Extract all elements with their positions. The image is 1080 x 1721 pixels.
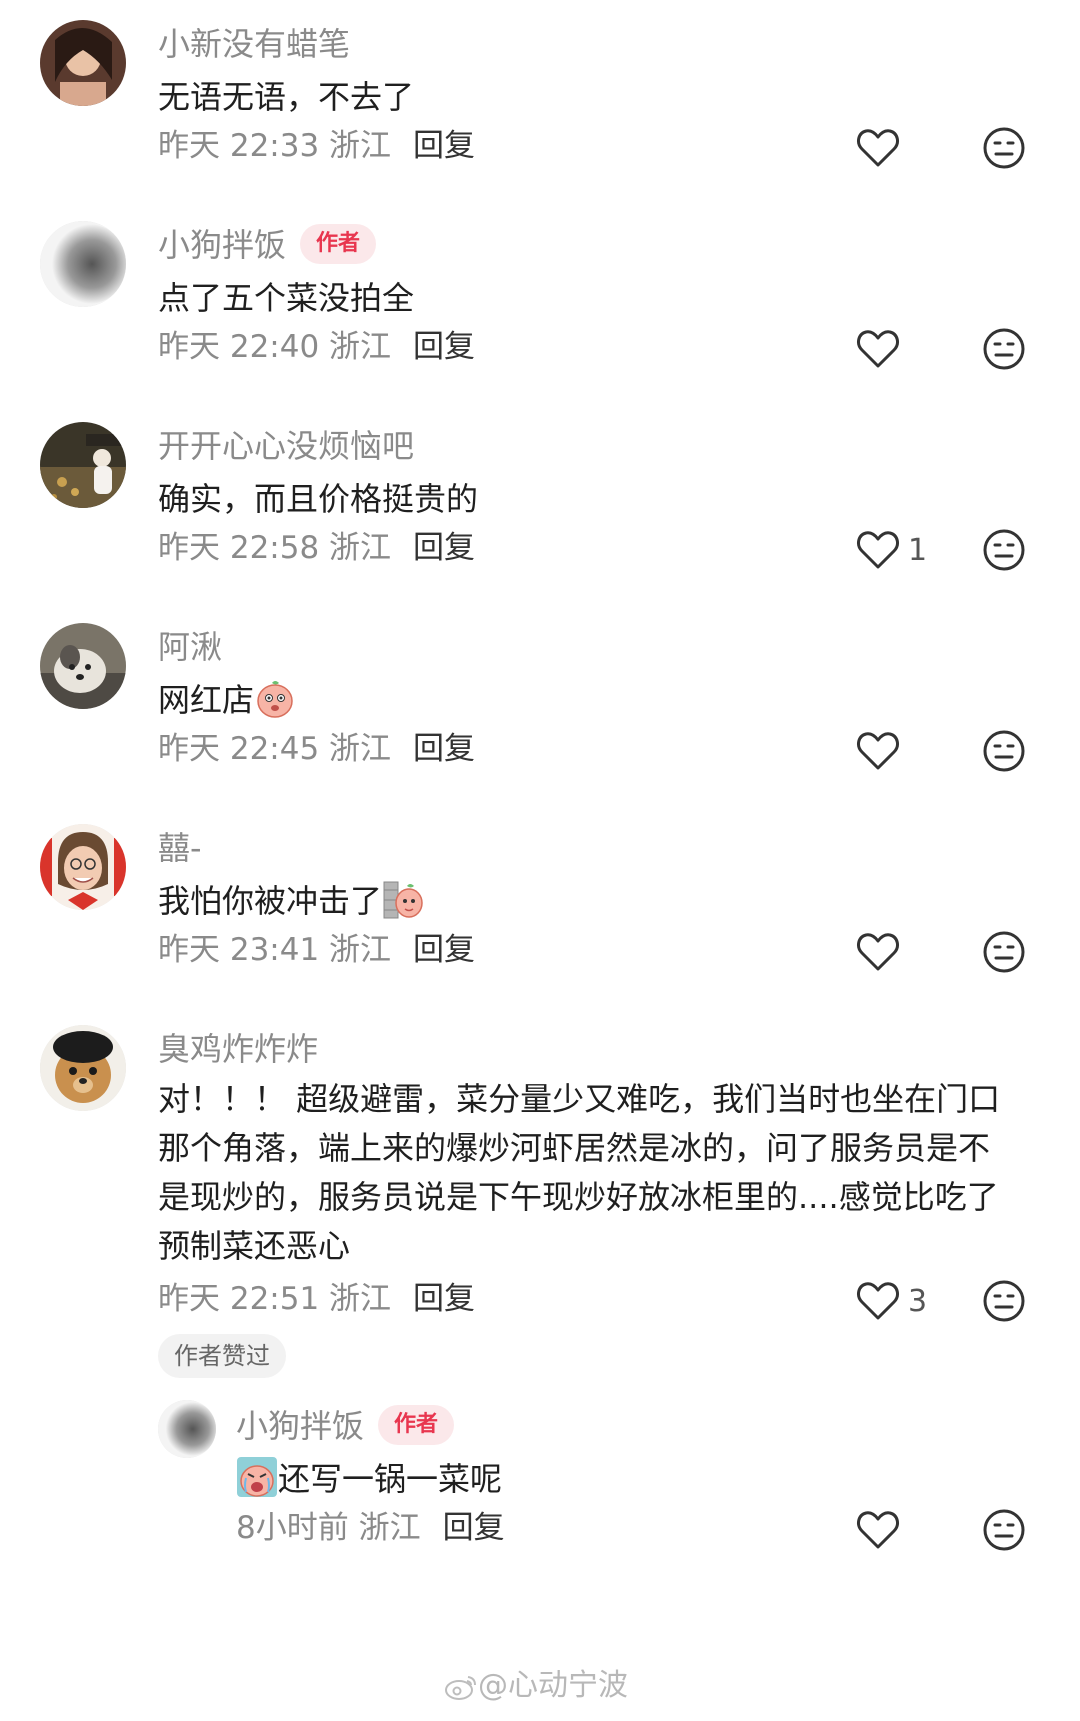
like-button[interactable] — [856, 928, 908, 976]
username-text: 小狗拌饭 — [158, 226, 287, 264]
comment-meta: 昨天 22:51 浙江 回复 — [158, 1277, 475, 1321]
neutral-face-icon — [983, 730, 1025, 772]
heart-icon — [857, 732, 899, 770]
reply-button[interactable]: 回复 — [413, 731, 475, 767]
comment-text: 我怕你被冲击了 — [158, 874, 1018, 928]
username[interactable]: 小狗拌饭 作者 — [236, 1404, 455, 1448]
peach-wall-peek-emoji-icon — [382, 878, 424, 920]
comment-meta: 昨天 23:41 浙江 回复 — [158, 928, 475, 972]
comment-meta: 昨天 22:33 浙江 回复 — [158, 124, 475, 168]
comment-text: 还写一锅一菜呢 — [236, 1452, 1080, 1506]
username[interactable]: 囍- — [158, 826, 202, 870]
neutral-face-icon — [983, 1509, 1025, 1551]
crying-peach-emoji-icon — [236, 1456, 278, 1498]
reply-button[interactable]: 回复 — [413, 128, 475, 164]
heart-icon — [857, 129, 899, 167]
timestamp-location: 昨天 22:40 浙江 — [158, 329, 392, 365]
watermark-text: @心动宁波 — [478, 1668, 628, 1703]
comment-text: 确实，而且价格挺贵的 — [158, 480, 479, 518]
timestamp-location: 昨天 22:45 浙江 — [158, 731, 392, 767]
weibo-logo-icon — [444, 1673, 478, 1701]
author-liked-badge: 作者赞过 — [158, 1334, 286, 1378]
reply-button[interactable]: 回复 — [413, 329, 475, 365]
timestamp-location: 昨天 22:58 浙江 — [158, 530, 392, 566]
dislike-button[interactable] — [982, 126, 1026, 170]
like-button[interactable]: 3 — [856, 1277, 927, 1325]
username[interactable]: 阿湫 — [158, 625, 222, 669]
dislike-button[interactable] — [982, 930, 1026, 974]
comment-text: 无语无语，不去了 — [158, 78, 415, 116]
like-button[interactable] — [856, 325, 908, 373]
timestamp-location: 昨天 22:51 浙江 — [158, 1281, 392, 1317]
like-button[interactable]: 1 — [856, 526, 927, 574]
timestamp-location: 8小时前 浙江 — [236, 1510, 421, 1546]
comment-meta: 昨天 22:40 浙江 回复 — [158, 325, 475, 369]
timestamp-location: 昨天 23:41 浙江 — [158, 932, 392, 968]
comment-meta: 8小时前 浙江 回复 — [236, 1506, 505, 1550]
avatar[interactable] — [40, 1025, 126, 1111]
avatar[interactable] — [40, 221, 126, 307]
like-button[interactable] — [856, 124, 908, 172]
neutral-face-icon — [983, 529, 1025, 571]
heart-icon — [857, 531, 899, 569]
dislike-button[interactable] — [982, 1279, 1026, 1323]
comment-text-body: 我怕你被冲击了 — [158, 882, 383, 920]
comment-text: 网红店 — [158, 673, 1018, 727]
neutral-face-icon — [983, 1280, 1025, 1322]
reply-button[interactable]: 回复 — [413, 1281, 475, 1317]
reply-button[interactable]: 回复 — [413, 530, 475, 566]
username[interactable]: 小新没有蜡笔 — [158, 22, 350, 66]
username[interactable]: 臭鸡炸炸炸 — [158, 1027, 318, 1071]
comment-text-body: 网红店 — [158, 681, 255, 719]
comment-text: 对！！！ 超级避雷，菜分量少又难吃，我们当时也坐在门口那个角落，端上来的爆炒河虾… — [158, 1080, 1001, 1265]
avatar[interactable] — [40, 824, 126, 910]
like-count: 1 — [908, 532, 928, 568]
neutral-face-icon — [983, 328, 1025, 370]
username[interactable]: 开开心心没烦恼吧 — [158, 424, 414, 468]
author-badge: 作者 — [378, 1405, 455, 1445]
like-button[interactable] — [856, 727, 908, 775]
username-text: 小狗拌饭 — [236, 1407, 365, 1445]
avatar[interactable] — [40, 20, 126, 106]
avatar[interactable] — [40, 422, 126, 508]
heart-icon — [857, 1282, 899, 1320]
comment-meta: 昨天 22:58 浙江 回复 — [158, 526, 475, 570]
reply-button[interactable]: 回复 — [443, 1510, 505, 1546]
comment-text-body: 还写一锅一菜呢 — [278, 1460, 503, 1498]
watermark: @心动宁波 — [444, 1660, 628, 1704]
dislike-button[interactable] — [982, 528, 1026, 572]
heart-icon — [857, 330, 899, 368]
author-badge: 作者 — [300, 224, 377, 264]
comment-meta: 昨天 22:45 浙江 回复 — [158, 727, 475, 771]
heart-icon — [857, 933, 899, 971]
heart-icon — [857, 1511, 899, 1549]
timestamp-location: 昨天 22:33 浙江 — [158, 128, 392, 164]
comment-text: 点了五个菜没拍全 — [158, 279, 415, 317]
username[interactable]: 小狗拌饭 作者 — [158, 223, 377, 267]
dislike-button[interactable] — [982, 729, 1026, 773]
like-button[interactable] — [856, 1506, 908, 1554]
neutral-face-icon — [983, 931, 1025, 973]
avatar[interactable] — [158, 1400, 216, 1458]
dislike-button[interactable] — [982, 1508, 1026, 1552]
like-count: 3 — [908, 1283, 928, 1319]
dislike-button[interactable] — [982, 327, 1026, 371]
reply-button[interactable]: 回复 — [413, 932, 475, 968]
avatar[interactable] — [40, 623, 126, 709]
peach-face-emoji-icon — [254, 677, 296, 719]
neutral-face-icon — [983, 127, 1025, 169]
